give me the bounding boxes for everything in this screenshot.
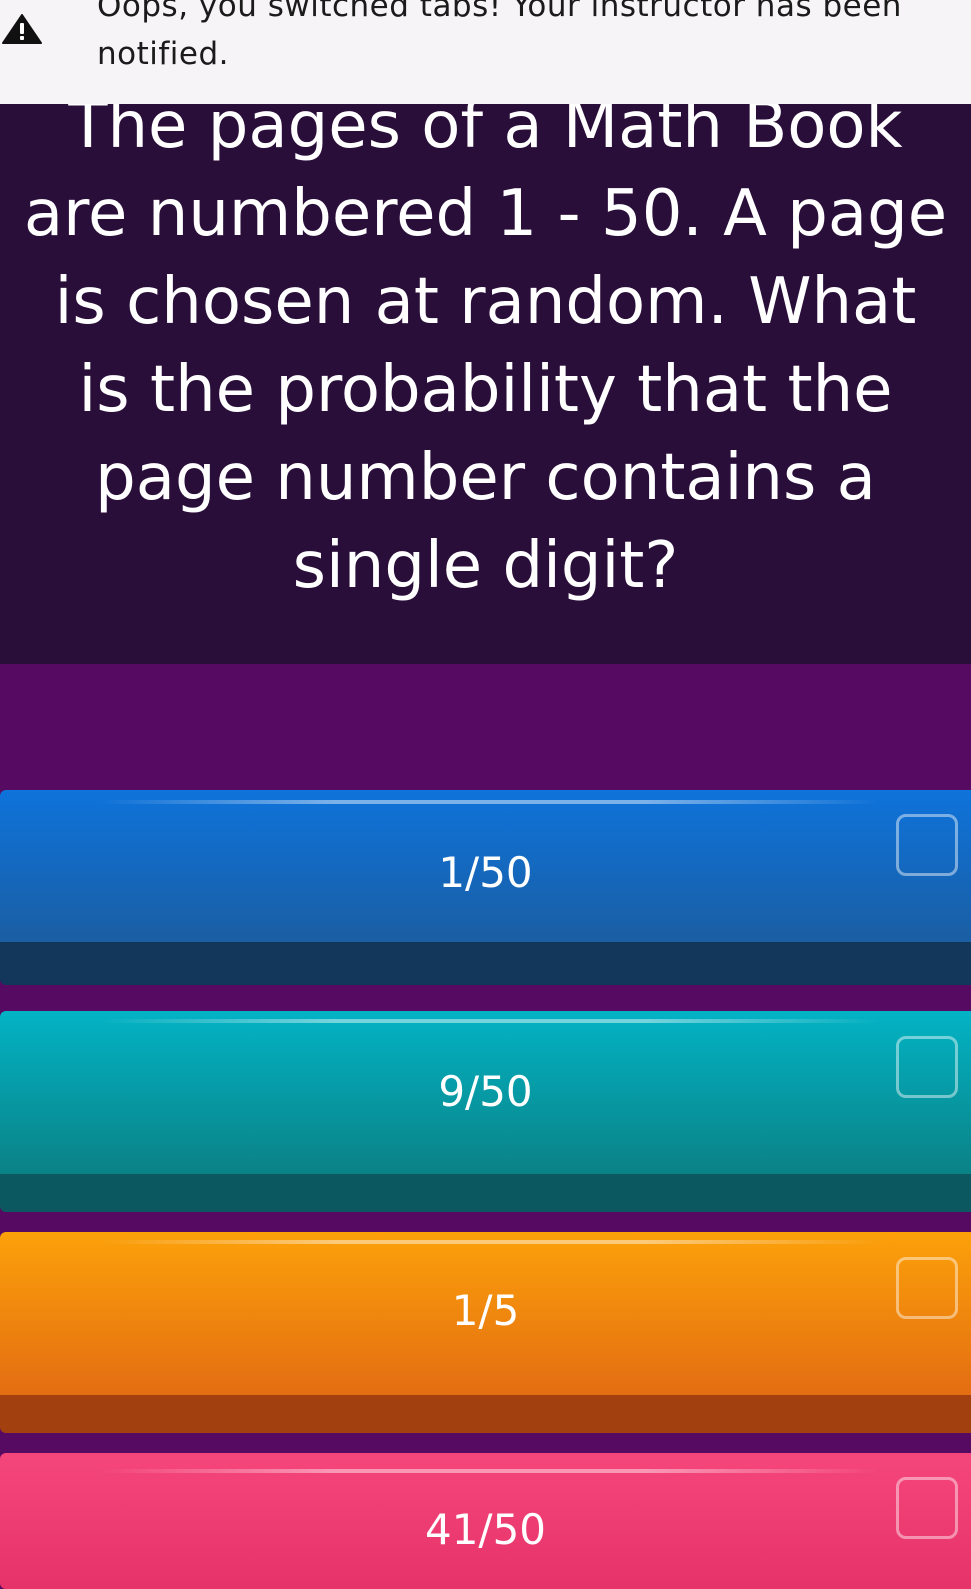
answer-option-3[interactable]: 1/5 <box>0 1232 971 1433</box>
tab-switch-warning-banner: Oops, you switched tabs! Your instructor… <box>0 0 971 104</box>
answer-option-label: 1/5 <box>451 1286 520 1335</box>
answer-checkbox[interactable] <box>896 1477 958 1539</box>
warning-message: Oops, you switched tabs! Your instructor… <box>97 0 902 72</box>
answer-option-label: 9/50 <box>438 1067 533 1116</box>
option-shine <box>100 1240 880 1244</box>
answer-option-label: 1/50 <box>438 848 533 897</box>
answer-option-4[interactable]: 41/50 <box>0 1453 971 1589</box>
question-panel: The pages of a Math Book are numbered 1 … <box>0 104 971 664</box>
answer-checkbox[interactable] <box>896 1036 958 1098</box>
warning-triangle-icon <box>2 14 42 44</box>
answer-checkbox[interactable] <box>896 1257 958 1319</box>
option-shine <box>100 1469 880 1473</box>
quiz-page: Oops, you switched tabs! Your instructor… <box>0 0 971 1589</box>
option-shine <box>100 1019 880 1023</box>
answer-option-2[interactable]: 9/50 <box>0 1011 971 1212</box>
answer-option-label: 41/50 <box>424 1505 547 1554</box>
answer-checkbox[interactable] <box>896 814 958 876</box>
option-shine <box>100 800 880 804</box>
question-text: The pages of a Math Book are numbered 1 … <box>23 104 948 603</box>
answer-option-1[interactable]: 1/50 <box>0 790 971 985</box>
